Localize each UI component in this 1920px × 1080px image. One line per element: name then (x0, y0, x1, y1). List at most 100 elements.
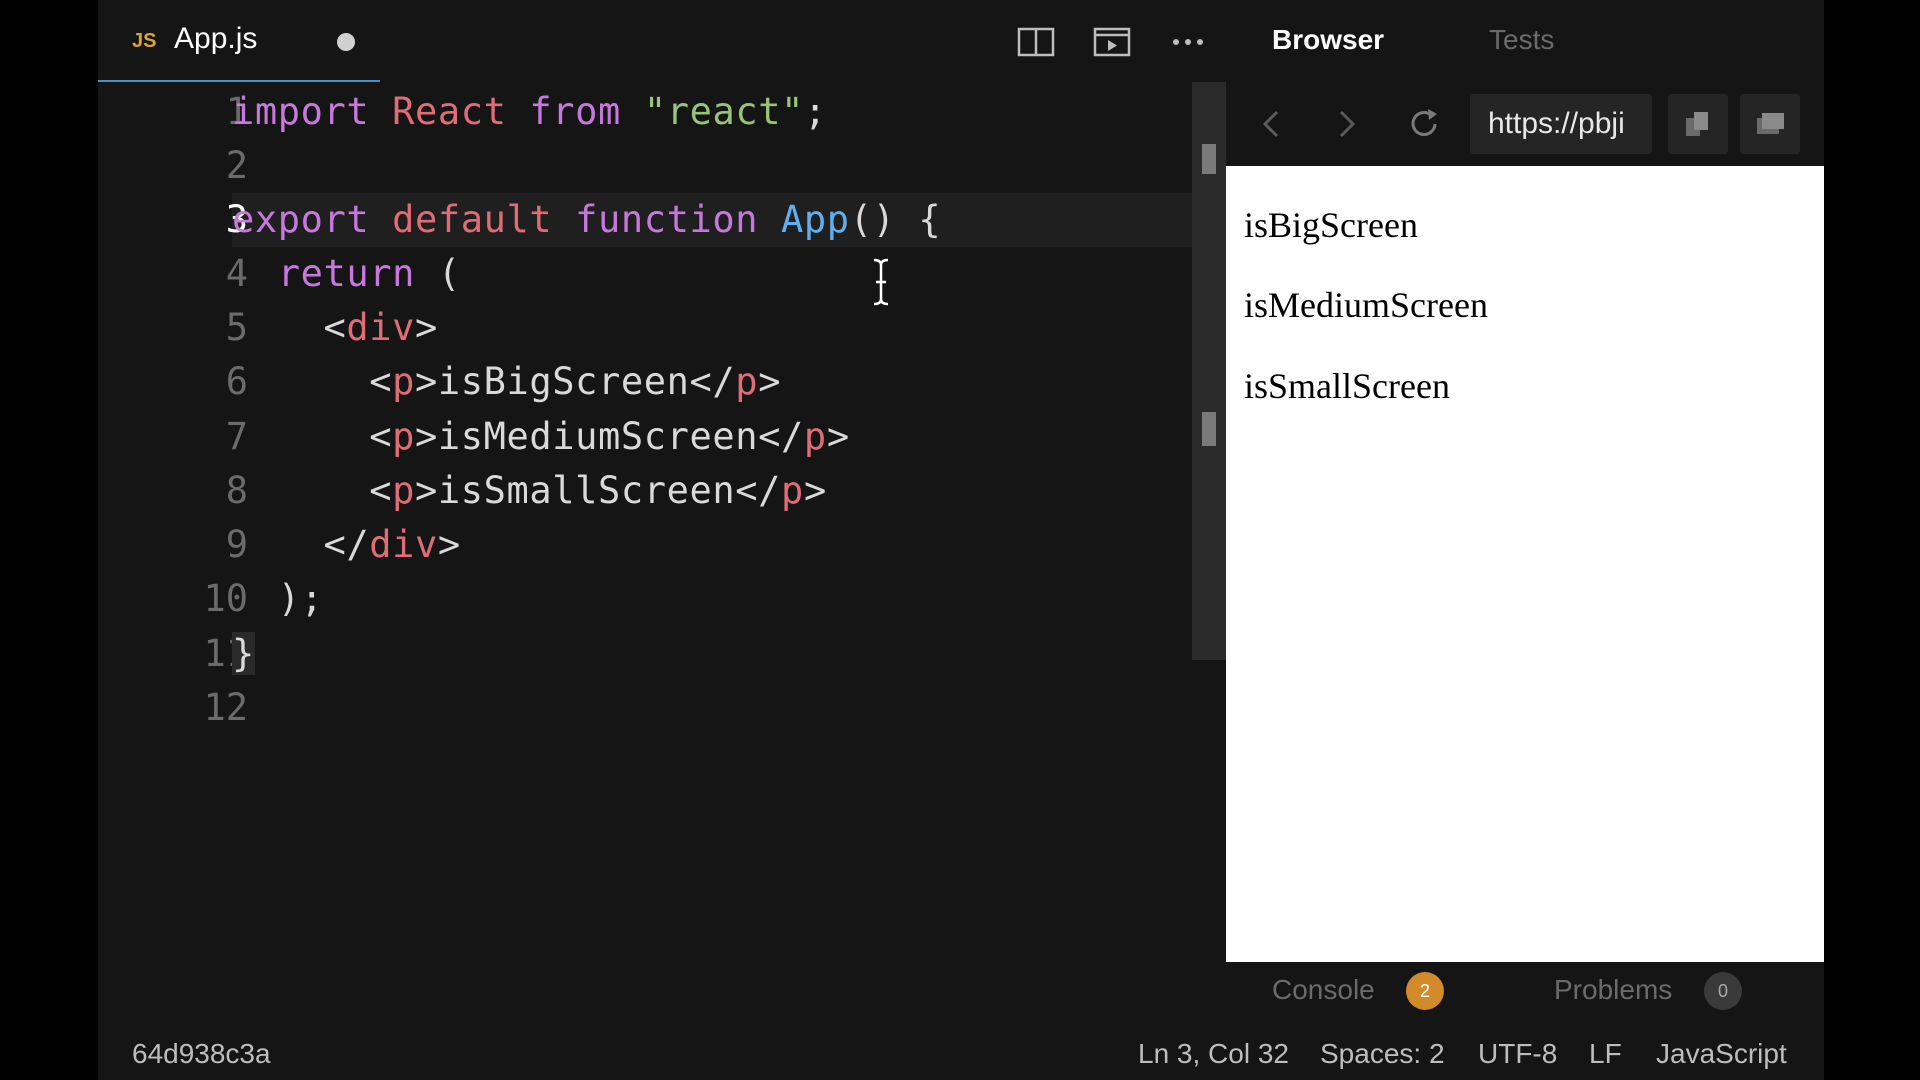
code-editor[interactable]: 1 2 3 4 5 6 7 8 9 10 11 12 import React … (98, 82, 1192, 1026)
file-encoding[interactable]: UTF-8 (1478, 1038, 1557, 1070)
line-number-active: 3 (225, 198, 248, 241)
indentation-setting[interactable]: Spaces: 2 (1320, 1038, 1445, 1070)
code-sandbox-app: JS App.js 1 2 3 4 5 6 7 8 9 10 11 12 imp… (98, 0, 1824, 1080)
code-line: import React from "react"; (232, 85, 827, 139)
tab-filename: App.js (174, 22, 258, 55)
problems-count-badge: 0 (1704, 972, 1742, 1010)
line-number: 5 (225, 306, 248, 349)
code-token: ( (415, 252, 461, 295)
scrollbar-marker (1202, 412, 1216, 446)
line-number: 4 (225, 252, 248, 295)
commit-hash[interactable]: 64d938c3a (132, 1038, 271, 1070)
code-line: <div> (232, 301, 438, 355)
preview-text: isBigScreen (1244, 205, 1418, 245)
code-token: p (735, 360, 759, 403)
open-preview-icon[interactable] (1092, 24, 1132, 60)
cursor-position[interactable]: Ln 3, Col 32 (1138, 1038, 1289, 1070)
line-ending[interactable]: LF (1589, 1038, 1622, 1070)
split-editor-icon[interactable] (1016, 24, 1056, 60)
code-token: > (437, 523, 461, 566)
tab-console[interactable]: Console (1272, 974, 1375, 1006)
matching-bracket: } (232, 632, 255, 675)
code-token: import (232, 90, 370, 133)
editor-tab-bar: JS App.js (98, 0, 1226, 82)
preview-text: isMediumScreen (1244, 285, 1488, 325)
code-token: React (369, 90, 530, 133)
code-token: < (232, 469, 393, 512)
code-token: < (232, 306, 347, 349)
code-line-active: export default function App() { (232, 193, 941, 247)
code-line: return ( (232, 247, 461, 301)
code-token: default (369, 198, 553, 241)
back-icon[interactable] (1252, 104, 1292, 144)
open-in-new-window-button[interactable] (1668, 94, 1728, 154)
scrollbar-thumb[interactable] (1202, 144, 1216, 174)
line-number: 8 (225, 469, 248, 512)
stacked-windows-icon (1757, 113, 1784, 134)
code-token: return (232, 252, 416, 295)
code-line: <p>isBigScreen</p> (232, 355, 781, 409)
code-token: from (529, 90, 621, 133)
preview-text: isSmallScreen (1244, 366, 1450, 406)
code-token: function (552, 198, 759, 241)
tab-problems[interactable]: Problems (1554, 974, 1672, 1006)
code-line: } (232, 627, 255, 681)
code-token: div (369, 523, 438, 566)
code-token: </ (232, 523, 370, 566)
code-token: > (758, 360, 782, 403)
url-input[interactable] (1470, 94, 1652, 154)
browser-panel: Browser Tests isBigScreen isMediumScreen… (1226, 0, 1824, 1026)
code-token: > (826, 415, 850, 458)
code-token: p (803, 415, 827, 458)
editor-scrollbar[interactable] (1192, 82, 1226, 660)
code-token: >isBigScreen</ (415, 360, 736, 403)
code-token: p (392, 360, 416, 403)
line-number: 7 (225, 415, 248, 458)
more-actions-icon[interactable] (1168, 24, 1208, 60)
line-number: 1 (225, 90, 248, 133)
code-token: ); (232, 577, 324, 620)
line-number: 11 (203, 632, 248, 675)
code-token: div (346, 306, 416, 349)
line-number: 9 (225, 523, 248, 566)
code-token: > (415, 306, 438, 349)
tab-tests[interactable]: Tests (1489, 24, 1554, 56)
preview-viewport[interactable]: isBigScreen isMediumScreen isSmallScreen (1226, 166, 1824, 962)
devtools-bar: Console 2 Problems 0 (1226, 962, 1824, 1026)
code-line: <p>isSmallScreen</p> (232, 464, 827, 518)
code-token: >isSmallScreen</ (415, 469, 782, 512)
code-token: export (232, 198, 370, 241)
line-number: 6 (225, 360, 248, 403)
code-token: > (803, 469, 827, 512)
code-token: App (758, 198, 850, 241)
console-count-badge: 2 (1406, 972, 1444, 1010)
code-token: ; (803, 90, 827, 133)
code-token: p (392, 469, 416, 512)
code-token: p (392, 415, 416, 458)
code-line: </div> (232, 518, 461, 572)
forward-icon[interactable] (1326, 104, 1366, 144)
javascript-file-icon: JS (132, 30, 157, 52)
tab-app-js[interactable]: JS App.js (98, 0, 380, 82)
text-cursor-icon (873, 258, 889, 306)
language-mode[interactable]: JavaScript (1656, 1038, 1787, 1070)
tab-browser[interactable]: Browser (1272, 24, 1384, 56)
code-token: < (232, 360, 393, 403)
unsaved-changes-dot-icon[interactable] (337, 33, 355, 51)
code-token: >isMediumScreen</ (415, 415, 804, 458)
line-number: 2 (225, 144, 248, 187)
code-line: ); (232, 572, 324, 626)
line-number: 12 (203, 686, 248, 729)
code-token: "react" (643, 90, 804, 133)
code-token: p (781, 469, 804, 512)
refresh-icon[interactable] (1404, 104, 1444, 144)
status-bar: 64d938c3a Ln 3, Col 32 Spaces: 2 UTF-8 L… (98, 1026, 1824, 1080)
code-token: < (232, 415, 393, 458)
code-token: () { (849, 198, 942, 241)
copy-window-icon (1686, 112, 1708, 136)
fullscreen-preview-button[interactable] (1740, 94, 1800, 154)
url-bar[interactable] (1470, 94, 1652, 154)
code-line: <p>isMediumScreen</p> (232, 410, 850, 464)
line-number: 10 (203, 577, 248, 620)
